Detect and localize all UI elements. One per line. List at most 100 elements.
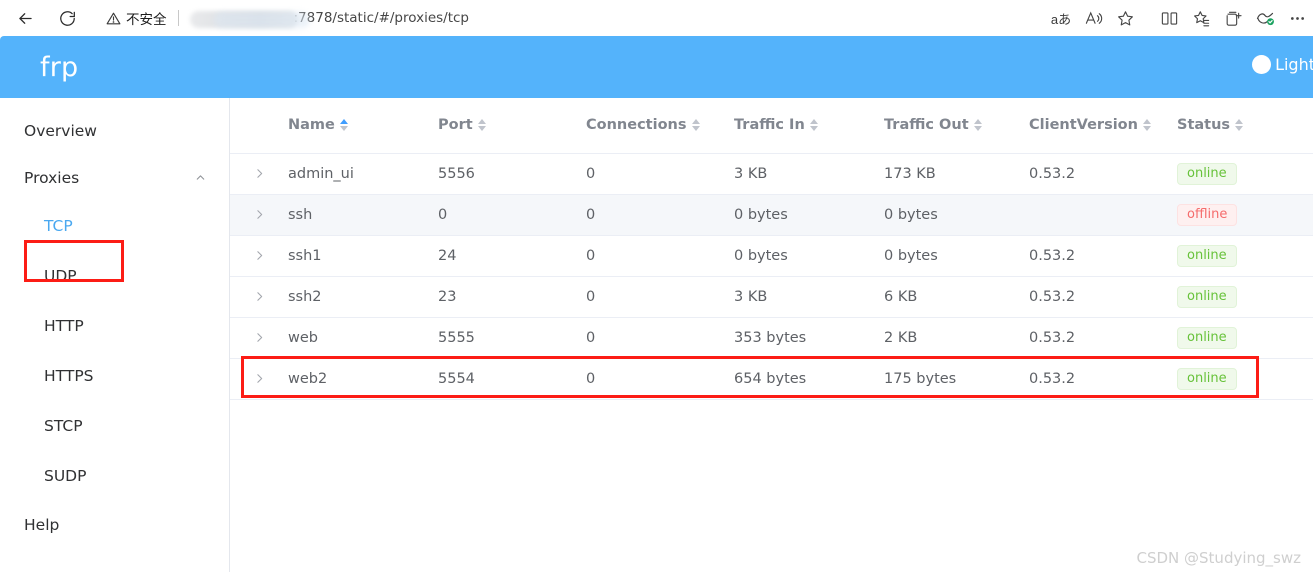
more-options-icon[interactable] <box>1281 4 1313 32</box>
table-row[interactable]: web 5555 0 353 bytes 2 KB 0.53.2 online <box>230 317 1313 359</box>
column-header-client-version[interactable]: ClientVersion <box>1029 98 1177 154</box>
chevron-right-icon[interactable] <box>230 167 288 180</box>
browser-essentials-icon[interactable] <box>1249 4 1281 32</box>
status-badge: offline <box>1177 203 1238 226</box>
add-favorites-icon[interactable] <box>1185 4 1217 32</box>
row-expand-cell[interactable] <box>230 235 288 277</box>
app-header: frp Light <box>0 36 1313 98</box>
table-row[interactable]: ssh 0 0 0 bytes 0 bytes offline <box>230 194 1313 236</box>
sort-arrows-port-icon[interactable] <box>477 119 486 132</box>
chevron-right-icon[interactable] <box>230 331 288 344</box>
sidebar-item-overview-label: Overview <box>24 121 97 140</box>
proxy-connections: 0 <box>586 235 734 277</box>
proxy-status-cell: online <box>1177 235 1313 277</box>
status-badge: online <box>1177 244 1237 267</box>
proxy-client-version <box>1029 194 1177 236</box>
sort-arrows-traffic-in-icon[interactable] <box>809 119 818 132</box>
column-header-name[interactable]: Name <box>288 98 438 154</box>
column-header-name-label: Name <box>288 117 335 134</box>
row-expand-cell[interactable] <box>230 317 288 359</box>
table-header-row: Name Port Connections Traffic In Traffic… <box>230 98 1313 154</box>
reload-button[interactable] <box>52 3 82 33</box>
sidebar-item-overview[interactable]: Overview <box>0 107 229 154</box>
proxy-port: 5556 <box>438 153 586 195</box>
row-expand-cell[interactable] <box>230 194 288 236</box>
table-row[interactable]: ssh1 24 0 0 bytes 0 bytes 0.53.2 online <box>230 235 1313 277</box>
proxy-traffic-in: 654 bytes <box>734 358 884 400</box>
column-header-status-label: Status <box>1177 117 1231 134</box>
translate-icon[interactable]: aあ <box>1045 4 1077 32</box>
proxy-client-version: 0.53.2 <box>1029 358 1177 400</box>
chevron-right-icon[interactable] <box>230 208 288 221</box>
table-row[interactable]: web2 5554 0 654 bytes 175 bytes 0.53.2 online <box>230 358 1313 400</box>
not-secure-warning-icon <box>106 11 121 26</box>
proxy-connections: 0 <box>586 317 734 359</box>
proxy-traffic-out: 2 KB <box>884 317 1029 359</box>
proxy-traffic-out: 0 bytes <box>884 235 1029 277</box>
chevron-right-icon[interactable] <box>230 249 288 262</box>
sidebar-group-proxies[interactable]: Proxies <box>0 154 229 201</box>
row-expand-cell[interactable] <box>230 358 288 400</box>
table-row[interactable]: ssh2 23 0 3 KB 6 KB 0.53.2 online <box>230 276 1313 318</box>
favorite-star-icon[interactable] <box>1109 4 1141 32</box>
proxy-table: Name Port Connections Traffic In Traffic… <box>230 98 1313 400</box>
column-header-traffic-in[interactable]: Traffic In <box>734 98 884 154</box>
table-row[interactable]: admin_ui 5556 0 3 KB 173 KB 0.53.2 online <box>230 153 1313 195</box>
toolbar-actions: aあ <box>1045 0 1313 36</box>
proxy-name: admin_ui <box>288 153 438 195</box>
status-badge: online <box>1177 162 1237 185</box>
proxy-client-version: 0.53.2 <box>1029 276 1177 318</box>
back-button[interactable] <box>10 3 40 33</box>
proxy-status-cell: online <box>1177 317 1313 359</box>
sort-arrows-client-version-icon[interactable] <box>1142 119 1151 132</box>
row-expand-cell[interactable] <box>230 153 288 195</box>
proxy-client-version: 0.53.2 <box>1029 235 1177 277</box>
proxy-port: 5555 <box>438 317 586 359</box>
split-screen-icon[interactable] <box>1153 4 1185 32</box>
sidebar-item-sudp-label: SUDP <box>44 467 87 485</box>
proxy-connections: 0 <box>586 194 734 236</box>
column-header-status[interactable]: Status <box>1177 98 1313 154</box>
column-header-traffic-out[interactable]: Traffic Out <box>884 98 1029 154</box>
sort-arrows-traffic-out-icon[interactable] <box>973 119 982 132</box>
proxy-port: 24 <box>438 235 586 277</box>
chevron-right-icon[interactable] <box>230 372 288 385</box>
app-brand-title: frp <box>40 51 79 83</box>
column-header-connections[interactable]: Connections <box>586 98 734 154</box>
sidebar-item-help[interactable]: Help <box>0 501 229 548</box>
proxy-name: ssh2 <box>288 276 438 318</box>
proxy-traffic-in: 3 KB <box>734 276 884 318</box>
proxy-traffic-out: 0 bytes <box>884 194 1029 236</box>
sidebar-item-sudp[interactable]: SUDP <box>0 451 229 501</box>
sort-arrows-name-icon[interactable] <box>339 119 348 132</box>
column-header-connections-label: Connections <box>586 117 687 134</box>
sort-arrows-status-icon[interactable] <box>1235 119 1244 132</box>
row-expand-cell[interactable] <box>230 276 288 318</box>
app-body: Overview Proxies TCP UDP HTTP HTTPS STCP… <box>0 98 1313 572</box>
proxy-traffic-in: 0 bytes <box>734 235 884 277</box>
sidebar-item-https[interactable]: HTTPS <box>0 351 229 401</box>
sort-arrows-connections-icon[interactable] <box>691 119 700 132</box>
status-badge: online <box>1177 285 1237 308</box>
sidebar-item-stcp[interactable]: STCP <box>0 401 229 451</box>
theme-toggle[interactable]: Light <box>1252 55 1313 74</box>
proxy-traffic-out: 6 KB <box>884 276 1029 318</box>
table-header: Name Port Connections Traffic In Traffic… <box>230 98 1313 154</box>
proxy-status-cell: online <box>1177 358 1313 400</box>
chevron-right-icon[interactable] <box>230 290 288 303</box>
proxy-connections: 0 <box>586 276 734 318</box>
collections-icon[interactable] <box>1217 4 1249 32</box>
sidebar-item-tcp[interactable]: TCP <box>0 201 229 251</box>
sidebar-item-udp[interactable]: UDP <box>0 251 229 301</box>
sidebar-item-http[interactable]: HTTP <box>0 301 229 351</box>
column-header-port[interactable]: Port <box>438 98 586 154</box>
proxy-name: ssh1 <box>288 235 438 277</box>
read-aloud-icon[interactable] <box>1077 4 1109 32</box>
chevron-up-icon <box>194 171 207 184</box>
column-header-traffic-in-label: Traffic In <box>734 117 805 134</box>
proxy-traffic-in: 3 KB <box>734 153 884 195</box>
sidebar-group-proxies-label: Proxies <box>24 168 80 187</box>
status-badge: online <box>1177 367 1237 390</box>
sidebar-item-http-label: HTTP <box>44 317 84 335</box>
column-header-port-label: Port <box>438 117 473 134</box>
